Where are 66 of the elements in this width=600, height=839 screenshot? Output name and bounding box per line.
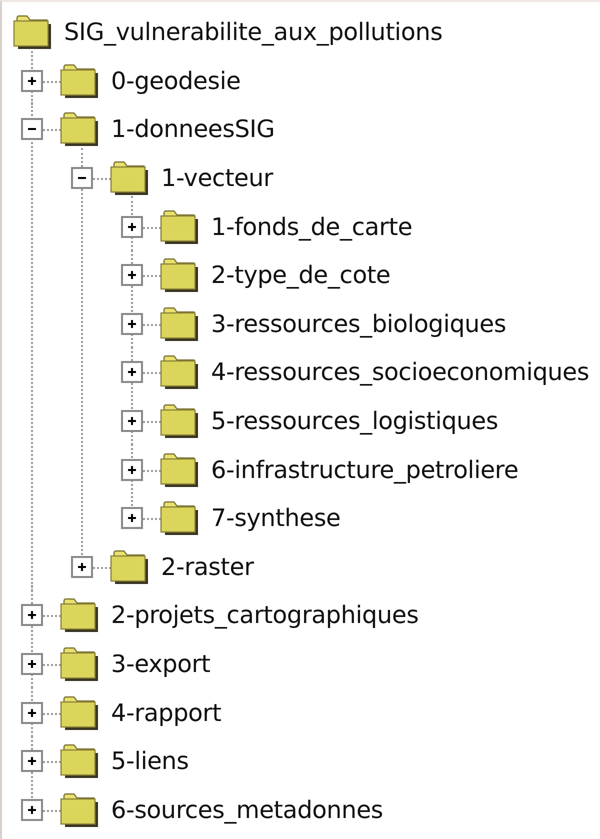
expand-button[interactable] <box>21 702 43 724</box>
expand-button[interactable] <box>121 507 143 530</box>
plus-icon <box>28 806 36 814</box>
expand-button[interactable] <box>21 798 43 821</box>
plus-icon <box>28 611 36 620</box>
plus-icon <box>128 222 136 231</box>
plus-icon <box>128 320 136 328</box>
folder-icon <box>109 548 149 585</box>
folder-label[interactable]: 6-infrastructure_petroliere <box>211 456 518 484</box>
folder-icon <box>59 597 99 634</box>
folder-label[interactable]: 1-fonds_de_carte <box>211 212 412 241</box>
folder-label[interactable]: 0-geodesie <box>111 66 241 95</box>
plus-icon <box>28 76 36 85</box>
expand-button[interactable] <box>121 410 143 432</box>
folder-icon <box>59 646 99 682</box>
folder-label[interactable]: 3-export <box>111 650 210 678</box>
folder-icon <box>59 792 99 828</box>
expand-button[interactable] <box>71 556 93 578</box>
plus-icon <box>28 660 36 668</box>
folder-icon <box>59 694 99 731</box>
plus-icon <box>128 271 136 280</box>
folder-label[interactable]: SIG_vulnerabilite_aux_pollutions <box>64 18 442 46</box>
collapse-button[interactable] <box>21 118 43 140</box>
folder-icon <box>159 452 199 488</box>
plus-icon <box>128 514 136 522</box>
expand-button[interactable] <box>121 264 143 286</box>
folder-icon <box>109 160 149 196</box>
folder-label[interactable]: 4-rapport <box>111 698 222 727</box>
folder-icon <box>159 208 199 245</box>
folder-icon <box>159 403 199 440</box>
folder-label[interactable]: 2-raster <box>161 552 254 581</box>
folder-label[interactable]: 2-projets_cartographiques <box>111 601 419 630</box>
expand-button[interactable] <box>21 750 43 772</box>
folder-icon <box>59 743 99 780</box>
plus-icon <box>128 417 136 426</box>
expand-button[interactable] <box>121 361 143 384</box>
folder-label[interactable]: 2-type_de_cote <box>211 261 390 290</box>
folder-label[interactable]: 4-ressources_socioeconomiques <box>211 358 590 386</box>
folder-label[interactable]: 3-ressources_biologiques <box>211 310 506 338</box>
folder-label[interactable]: 5-ressources_logistiques <box>211 407 498 436</box>
plus-icon <box>128 466 136 474</box>
folder-label[interactable]: 5-liens <box>111 747 189 776</box>
expand-button[interactable] <box>21 653 43 676</box>
plus-icon <box>28 757 36 766</box>
folder-icon <box>59 62 99 99</box>
folder-label[interactable]: 6-sources_metadonnes <box>111 796 384 824</box>
plus-icon <box>28 708 36 717</box>
expand-button[interactable] <box>121 216 143 238</box>
folder-icon <box>159 500 199 536</box>
collapse-button[interactable] <box>71 167 93 190</box>
expand-button[interactable] <box>21 70 43 92</box>
minus-icon <box>28 128 36 130</box>
folder-label[interactable]: 1-donneesSIG <box>111 115 275 144</box>
expand-button[interactable] <box>121 312 143 335</box>
folder-label[interactable]: 1-vecteur <box>161 164 274 192</box>
minus-icon <box>78 177 86 180</box>
folder-icon <box>59 111 99 148</box>
folder-icon <box>159 306 199 342</box>
folder-icon <box>159 257 199 294</box>
folder-icon <box>12 14 52 50</box>
folder-label[interactable]: 7-synthese <box>211 504 341 532</box>
expand-button[interactable] <box>21 604 43 626</box>
folder-icon <box>159 354 199 390</box>
expand-button[interactable] <box>121 458 143 481</box>
plus-icon <box>128 368 136 376</box>
plus-icon <box>78 562 86 571</box>
